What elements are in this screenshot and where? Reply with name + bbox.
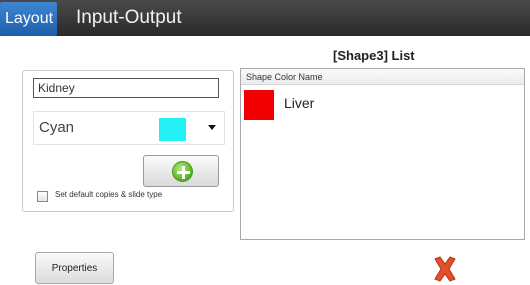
- shape-list: Shape Color Name Liver: [240, 68, 525, 240]
- delete-button[interactable]: [430, 256, 460, 282]
- shape-name-input[interactable]: [33, 78, 219, 98]
- default-copies-checkbox[interactable]: [37, 191, 48, 202]
- list-title: [Shape3] List: [333, 48, 415, 63]
- properties-button[interactable]: Properties: [35, 252, 114, 284]
- color-swatch: [159, 118, 186, 141]
- default-copies-label: Set default copies & slide type: [55, 190, 163, 199]
- row-color-swatch: [244, 90, 274, 120]
- shape-edit-panel: Cyan Set default copies & slide type: [22, 70, 234, 212]
- tab-input-output[interactable]: Input-Output: [70, 2, 188, 34]
- plus-circle-icon: [172, 161, 193, 182]
- add-shape-button[interactable]: [143, 155, 219, 187]
- red-x-icon: [434, 256, 456, 282]
- tab-layout[interactable]: Layout: [0, 2, 58, 36]
- list-item-label: Liver: [284, 95, 315, 111]
- chevron-down-icon[interactable]: [208, 125, 216, 130]
- color-dropdown-value: Cyan: [39, 119, 75, 136]
- column-header-shape-color-name[interactable]: Shape Color Name: [241, 69, 524, 85]
- color-dropdown[interactable]: Cyan: [33, 111, 225, 145]
- top-tab-bar: Layout Input-Output: [0, 0, 530, 36]
